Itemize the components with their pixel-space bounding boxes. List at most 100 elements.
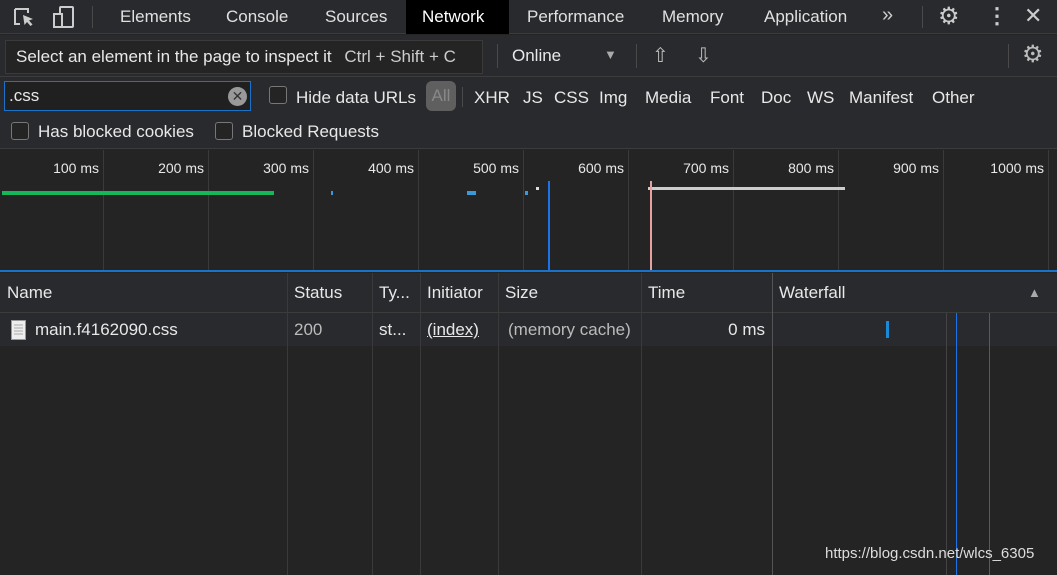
filter-type-js[interactable]: JS — [523, 88, 543, 108]
inspect-element-icon[interactable] — [12, 6, 36, 28]
filter-type-ws[interactable]: WS — [807, 88, 834, 108]
timeline-tick-label: 400 ms — [368, 160, 414, 176]
hide-data-urls-label: Hide data URLs — [296, 88, 417, 107]
overview-timeline[interactable]: 100 ms 200 ms 300 ms 400 ms 500 ms 600 ms 700 … — [0, 150, 1057, 272]
device-toolbar-icon[interactable] — [52, 5, 76, 29]
more-options-icon[interactable]: ⋮ — [986, 3, 1008, 29]
has-blocked-cookies-checkbox[interactable] — [11, 122, 29, 140]
column-header-time[interactable]: Time — [641, 273, 772, 313]
timeline-tick-label: 700 ms — [683, 160, 729, 176]
timeline-gridline — [838, 150, 839, 270]
blocked-requests-checkbox[interactable] — [215, 122, 233, 140]
throttle-value: Online — [512, 46, 562, 65]
inspect-tooltip: Select an element in the page to inspect… — [5, 40, 483, 74]
dom-content-loaded-line — [548, 181, 550, 270]
timeline-tick-label: 900 ms — [893, 160, 939, 176]
timeline-gridline — [103, 150, 104, 270]
column-header-waterfall[interactable]: Waterfall — [772, 273, 1057, 313]
export-har-icon[interactable]: ⇩ — [695, 43, 712, 68]
column-divider — [372, 273, 373, 575]
request-bar — [648, 187, 845, 190]
request-bar — [536, 187, 539, 190]
tab-memory[interactable]: Memory — [646, 0, 739, 34]
waterfall-bar — [886, 321, 889, 338]
divider — [922, 6, 923, 28]
watermark: https://blog.csdn.net/wlcs_6305 — [825, 545, 1035, 562]
column-header-type[interactable]: Ty... — [372, 273, 420, 313]
filter-type-css[interactable]: CSS — [554, 88, 589, 108]
column-header-initiator[interactable]: Initiator — [420, 273, 498, 313]
sort-ascending-icon: ▲ — [1028, 285, 1041, 300]
file-icon — [11, 320, 26, 340]
filter-type-font[interactable]: Font — [710, 88, 744, 108]
filter-input[interactable]: .css ✕ — [4, 81, 251, 111]
column-divider — [498, 273, 499, 575]
timeline-gridline — [1048, 150, 1049, 270]
tab-sources[interactable]: Sources — [309, 0, 403, 34]
import-har-icon[interactable]: ⇧ — [652, 43, 669, 68]
divider — [636, 44, 637, 68]
column-header-name[interactable]: Name — [0, 273, 287, 313]
load-event-line — [650, 181, 652, 270]
tooltip-text: Select an element in the page to inspect… — [16, 47, 332, 66]
clear-filter-icon[interactable]: ✕ — [228, 87, 247, 106]
timeline-gridline — [733, 150, 734, 270]
request-bar — [525, 191, 528, 195]
divider — [1008, 44, 1009, 68]
more-tabs-icon[interactable]: » — [882, 4, 893, 27]
request-name[interactable]: main.f4162090.css — [28, 313, 178, 346]
hide-data-urls-checkbox[interactable] — [269, 86, 287, 104]
filter-type-other[interactable]: Other — [932, 88, 975, 108]
request-bar — [331, 191, 333, 195]
request-status: 200 — [294, 320, 323, 339]
request-type: st... — [379, 320, 407, 339]
filter-type-media[interactable]: Media — [645, 88, 691, 108]
timeline-tick-label: 1000 ms — [990, 160, 1044, 176]
tab-network[interactable]: Network — [406, 0, 509, 34]
filter-bar: .css ✕ Hide data URLs All XHR JS CSS Img… — [0, 77, 1057, 149]
column-header-size[interactable]: Size — [498, 273, 641, 313]
timeline-tick-label: 300 ms — [263, 160, 309, 176]
filter-type-xhr[interactable]: XHR — [474, 88, 510, 108]
divider — [497, 44, 498, 68]
timeline-gridline — [313, 150, 314, 270]
chevron-down-icon: ▼ — [604, 47, 617, 62]
network-settings-gear-icon[interactable]: ⚙ — [1022, 40, 1044, 69]
timeline-tick-label: 200 ms — [158, 160, 204, 176]
tooltip-shortcut: Ctrl + Shift + C — [344, 47, 456, 66]
timeline-gridline — [943, 150, 944, 270]
timeline-tick-label: 600 ms — [578, 160, 624, 176]
tab-console[interactable]: Console — [210, 0, 304, 34]
request-bar — [2, 191, 274, 195]
throttle-select[interactable]: Online ▼ — [512, 46, 622, 66]
waterfall-divider — [946, 313, 947, 575]
timeline-gridline — [418, 150, 419, 270]
column-header-status[interactable]: Status — [287, 273, 372, 313]
timeline-tick-label: 100 ms — [53, 160, 99, 176]
column-divider — [641, 273, 642, 575]
settings-gear-icon[interactable]: ⚙ — [938, 2, 960, 31]
devtools-tab-bar: Elements Console Sources Network Perform… — [0, 0, 1057, 34]
timeline-gridline — [628, 150, 629, 270]
tab-performance[interactable]: Performance — [511, 0, 640, 34]
filter-type-manifest[interactable]: Manifest — [849, 88, 913, 108]
filter-type-all[interactable]: All — [426, 81, 456, 111]
dom-content-loaded-line — [956, 313, 957, 575]
filter-type-doc[interactable]: Doc — [761, 88, 791, 108]
tab-application[interactable]: Application — [748, 0, 863, 34]
close-icon[interactable]: ✕ — [1024, 3, 1042, 29]
load-event-line — [989, 313, 990, 575]
request-initiator-link[interactable]: (index) — [420, 313, 479, 346]
has-blocked-cookies-label: Has blocked cookies — [38, 122, 194, 141]
column-divider — [420, 273, 421, 575]
column-divider — [772, 273, 773, 575]
filter-value: .css — [9, 86, 40, 105]
tab-elements[interactable]: Elements — [104, 0, 207, 34]
timeline-gridline — [208, 150, 209, 270]
timeline-tick-label: 800 ms — [788, 160, 834, 176]
request-bar — [467, 191, 476, 195]
filter-type-img[interactable]: Img — [599, 88, 627, 108]
timeline-tick-label: 500 ms — [473, 160, 519, 176]
timeline-gridline — [523, 150, 524, 270]
request-time: 0 ms — [728, 320, 765, 339]
